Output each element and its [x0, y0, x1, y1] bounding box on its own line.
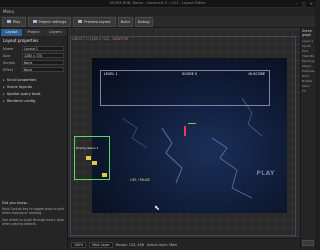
zoom-field[interactable]: 100% [71, 241, 87, 248]
list-item[interactable]: Particles [301, 58, 315, 63]
enemy-sprite[interactable] [92, 161, 97, 165]
enemy-sprite[interactable] [86, 156, 91, 160]
list-item[interactable]: FX [301, 88, 315, 93]
layer-select[interactable]: Main Layer [89, 241, 113, 248]
chevron-right-icon: ▸ [3, 84, 5, 89]
tab-project[interactable]: Project [23, 29, 44, 36]
tip-line: Use wheel to scroll through every layer … [2, 217, 65, 227]
chevron-right-icon: ▸ [3, 77, 5, 82]
active-layer: Active layer: Main [146, 242, 178, 247]
prop-row-size: Size 1280 x 720 [0, 52, 67, 59]
panel-tabs: Layout Project Layers [0, 28, 67, 36]
preview-icon [78, 20, 83, 23]
list-item[interactable]: Layer 0 [301, 38, 315, 43]
status-bar: 100% Main Layer Mouse: 123, 456 Active l… [68, 238, 300, 250]
fold-scroll[interactable]: ▸ Scroll properties [0, 76, 67, 83]
maximize-icon[interactable]: □ [302, 1, 306, 6]
minimize-icon[interactable]: – [296, 1, 298, 6]
fold-scene[interactable]: ▸ Scene layouts [0, 83, 67, 90]
list-item[interactable]: Tiled BG [301, 53, 315, 58]
play-icon [7, 20, 11, 23]
mouse-position: Mouse: 123, 456 [115, 242, 144, 247]
viewport-label: LAYOUT 1 (1280 x 720) - VIEWPORT [72, 37, 129, 41]
logo-text: PLAY [256, 170, 275, 177]
prop-label: Effect [3, 67, 14, 72]
tip-line: Hold Control key to toggle snap to grid … [2, 207, 64, 216]
project-settings-button[interactable]: Project settings [27, 16, 72, 27]
fold-spatial[interactable]: ▸ Spatial query tools [0, 90, 67, 97]
hud-level[interactable]: LEVEL 1 [104, 72, 118, 76]
title-bar: SCORE RUN: Demo - Construct 3 - r123 - L… [0, 0, 315, 8]
prop-label: Size [3, 53, 11, 58]
player-marker [188, 123, 196, 124]
hud-score[interactable]: SCORE 0 [182, 72, 197, 76]
window-title: SCORE RUN: Demo - Construct 3 - r123 - L… [109, 1, 206, 5]
prop-label: Scripts [3, 60, 15, 65]
prop-row-scripts: Scripts None [0, 59, 67, 66]
size-field[interactable]: 1280 x 720 [22, 53, 64, 58]
chevron-right-icon: ▸ [3, 98, 5, 103]
layout-canvas[interactable]: LEVEL 1 SCORE 0 HI-SCORE PLAY LIFE / PAU… [92, 58, 287, 213]
menu-bar: Menu [0, 8, 315, 16]
hud-hiscore[interactable]: HI-SCORE [249, 72, 265, 76]
window-controls: – □ × [296, 1, 313, 6]
fold-renderer[interactable]: ▸ Renderer config [0, 97, 67, 104]
name-field[interactable]: Layout 1 [22, 46, 64, 51]
prop-label: Name [3, 46, 14, 51]
close-icon[interactable]: × [310, 1, 313, 6]
tip-box: Did you know... Hold Control key to togg… [2, 201, 66, 249]
player-ship[interactable] [184, 126, 186, 136]
settings-icon [32, 20, 37, 23]
tab-layout[interactable]: Layout [1, 29, 22, 36]
panel-action-button[interactable] [302, 240, 314, 246]
scene-graph-header: Scene graph [302, 29, 312, 37]
tip-heading: Did you know... [2, 201, 30, 205]
toolbar: Play Project settings Preview layout Bui… [0, 16, 315, 28]
effect-select[interactable]: None [22, 67, 64, 72]
build-button[interactable]: Build [117, 16, 133, 27]
debug-button[interactable]: Debug [134, 16, 153, 27]
list-item[interactable]: Enemies [301, 68, 315, 73]
layout-editor[interactable]: LAYOUT 1 (1280 x 720) - VIEWPORT LEVEL 1… [68, 28, 300, 238]
tab-layers[interactable]: Layers [45, 29, 66, 36]
enemy-sprite[interactable] [102, 173, 107, 177]
section-title: Layout properties [3, 38, 39, 43]
prop-row-name: Name Layout 1 [0, 45, 67, 52]
chevron-right-icon: ▸ [3, 91, 5, 96]
prop-row-effect: Effect None [0, 66, 67, 73]
bottom-text[interactable]: LIFE / PAUSE [130, 178, 150, 182]
mouse-cursor-icon: ⬉ [154, 204, 160, 212]
selection-label: Enemy Wave 1 [76, 146, 99, 150]
menu-button[interactable]: Menu [3, 9, 14, 14]
scene-graph-panel: Scene graph Layer 0 Sprite Text Tiled BG… [300, 28, 315, 250]
scripts-select[interactable]: None [22, 60, 64, 65]
preview-layout-button[interactable]: Preview layout [73, 16, 116, 27]
play-button[interactable]: Play [2, 16, 26, 27]
properties-panel: Layout Project Layers Layout properties … [0, 28, 68, 250]
